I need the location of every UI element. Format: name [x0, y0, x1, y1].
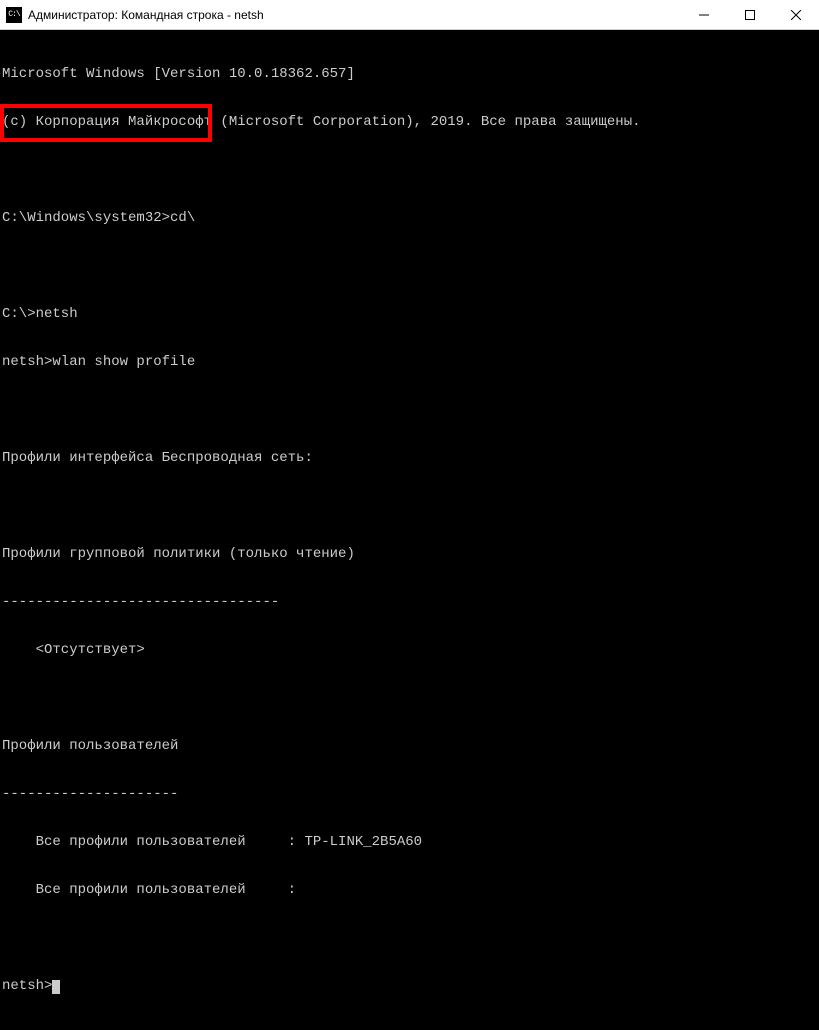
close-button[interactable]	[773, 0, 819, 29]
window-title: Администратор: Командная строка - netsh	[28, 8, 264, 22]
terminal-line: <Отсутствует>	[2, 642, 817, 658]
terminal-line	[2, 258, 817, 274]
cmd-icon: C:\	[6, 7, 22, 23]
minimize-button[interactable]	[681, 0, 727, 29]
terminal-prompt: netsh>	[2, 978, 817, 994]
terminal-line	[2, 930, 817, 946]
terminal-line: ---------------------	[2, 786, 817, 802]
window-controls	[681, 0, 819, 29]
terminal-line: C:\>netsh	[2, 306, 817, 322]
cursor	[52, 980, 60, 994]
terminal-line	[2, 402, 817, 418]
terminal-line: Профили пользователей	[2, 738, 817, 754]
terminal-line	[2, 498, 817, 514]
terminal-line: Профили интерфейса Беспроводная сеть:	[2, 450, 817, 466]
titlebar-left: C:\ Администратор: Командная строка - ne…	[0, 7, 264, 23]
prompt-text: netsh>	[2, 978, 52, 994]
terminal-line: Все профили пользователей : TP-LINK_2B5A…	[2, 834, 817, 850]
window-titlebar: C:\ Администратор: Командная строка - ne…	[0, 0, 819, 30]
terminal-line: Все профили пользователей :	[2, 882, 817, 898]
terminal-line: C:\Windows\system32>cd\	[2, 210, 817, 226]
terminal-line: Microsoft Windows [Version 10.0.18362.65…	[2, 66, 817, 82]
maximize-button[interactable]	[727, 0, 773, 29]
terminal-line	[2, 162, 817, 178]
terminal-line: (с) Корпорация Майкрософт (Microsoft Cor…	[2, 114, 817, 130]
terminal-line	[2, 690, 817, 706]
terminal-line: Профили групповой политики (только чтени…	[2, 546, 817, 562]
terminal-line: ---------------------------------	[2, 594, 817, 610]
terminal-line: netsh>wlan show profile	[2, 354, 817, 370]
terminal-output[interactable]: Microsoft Windows [Version 10.0.18362.65…	[0, 30, 819, 1030]
